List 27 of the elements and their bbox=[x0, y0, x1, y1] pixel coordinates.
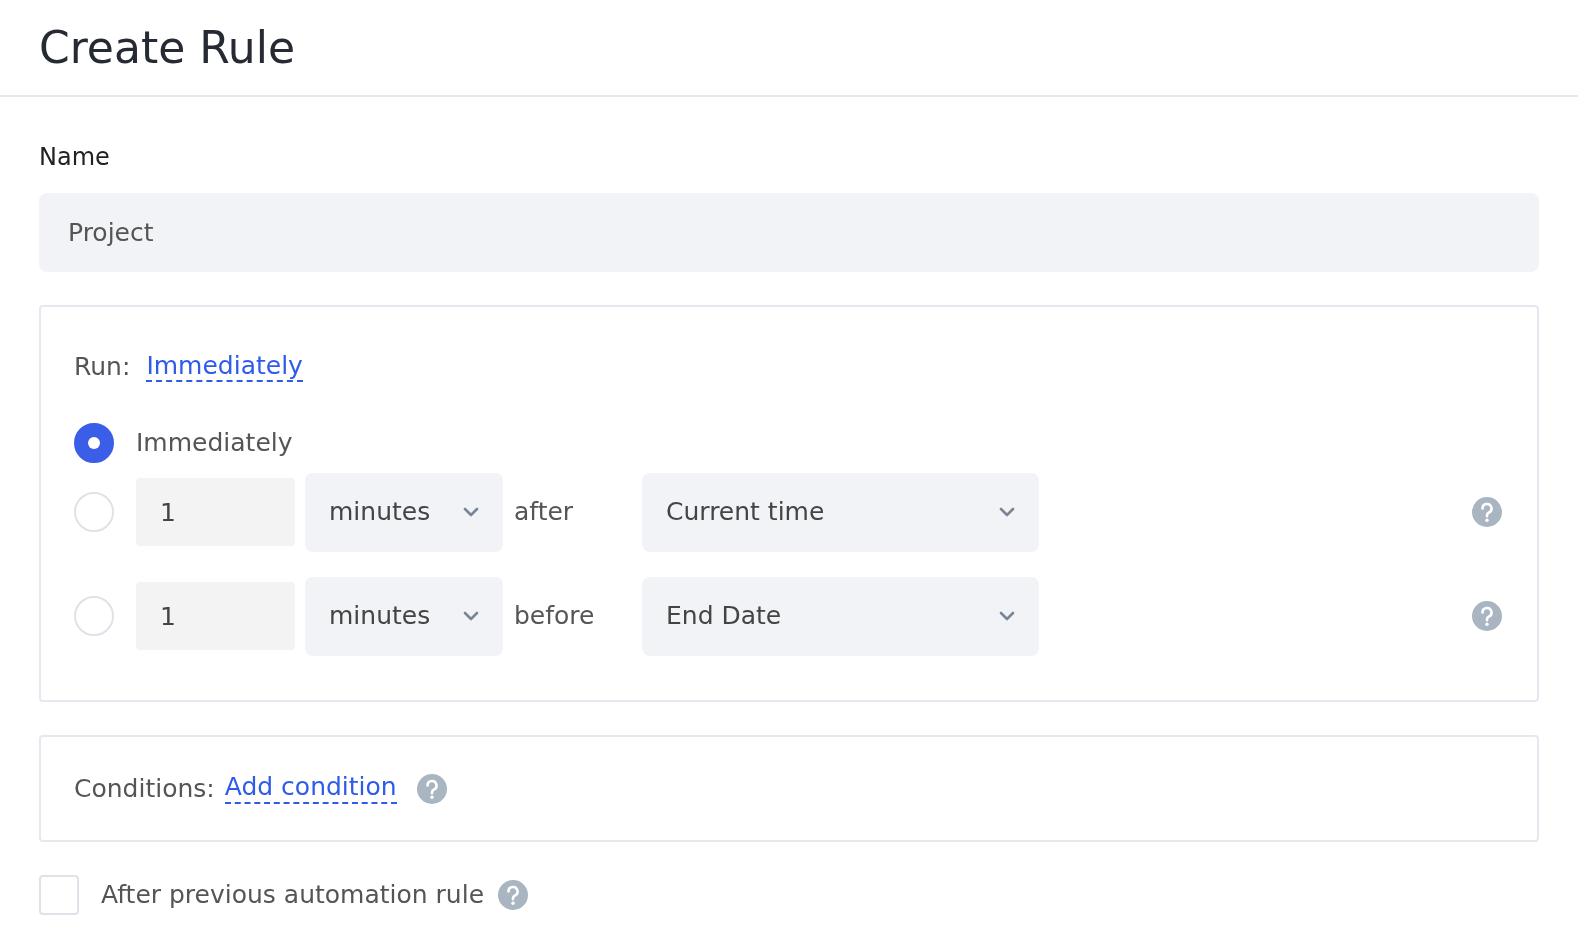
help-icon[interactable] bbox=[498, 880, 529, 910]
radio-button[interactable] bbox=[74, 422, 114, 463]
relation-label: after bbox=[513, 496, 575, 529]
amount-input-field[interactable]: 1 bbox=[136, 582, 295, 650]
reference-select[interactable]: End Date bbox=[642, 576, 1039, 656]
unit-select[interactable]: minutes bbox=[305, 472, 503, 552]
page-title: Create Rule bbox=[39, 20, 295, 75]
chevron-down-icon bbox=[463, 611, 479, 621]
option-label: Immediately bbox=[136, 426, 293, 459]
conditions-label: Conditions: bbox=[74, 772, 215, 805]
run-mode-link[interactable]: Immediately bbox=[146, 351, 303, 383]
name-input-field[interactable]: Project bbox=[39, 193, 1539, 272]
help-icon[interactable] bbox=[416, 773, 447, 804]
help-icon[interactable] bbox=[1472, 601, 1502, 631]
reference-select[interactable]: Current time bbox=[642, 472, 1039, 552]
relation-label: before bbox=[513, 600, 596, 633]
amount-input-field[interactable]: 1 bbox=[136, 478, 295, 546]
run-label: Run: bbox=[74, 351, 131, 384]
checkbox[interactable] bbox=[39, 875, 79, 915]
checkbox-label: After previous automation rule bbox=[101, 879, 485, 912]
chevron-down-icon bbox=[999, 507, 1015, 517]
unit-select[interactable]: minutes bbox=[305, 576, 503, 656]
chevron-down-icon bbox=[999, 611, 1015, 621]
field-label: Name bbox=[39, 142, 111, 173]
help-icon[interactable] bbox=[1472, 497, 1502, 527]
chevron-down-icon bbox=[463, 507, 479, 517]
add-condition-link[interactable]: Add condition bbox=[224, 773, 397, 804]
